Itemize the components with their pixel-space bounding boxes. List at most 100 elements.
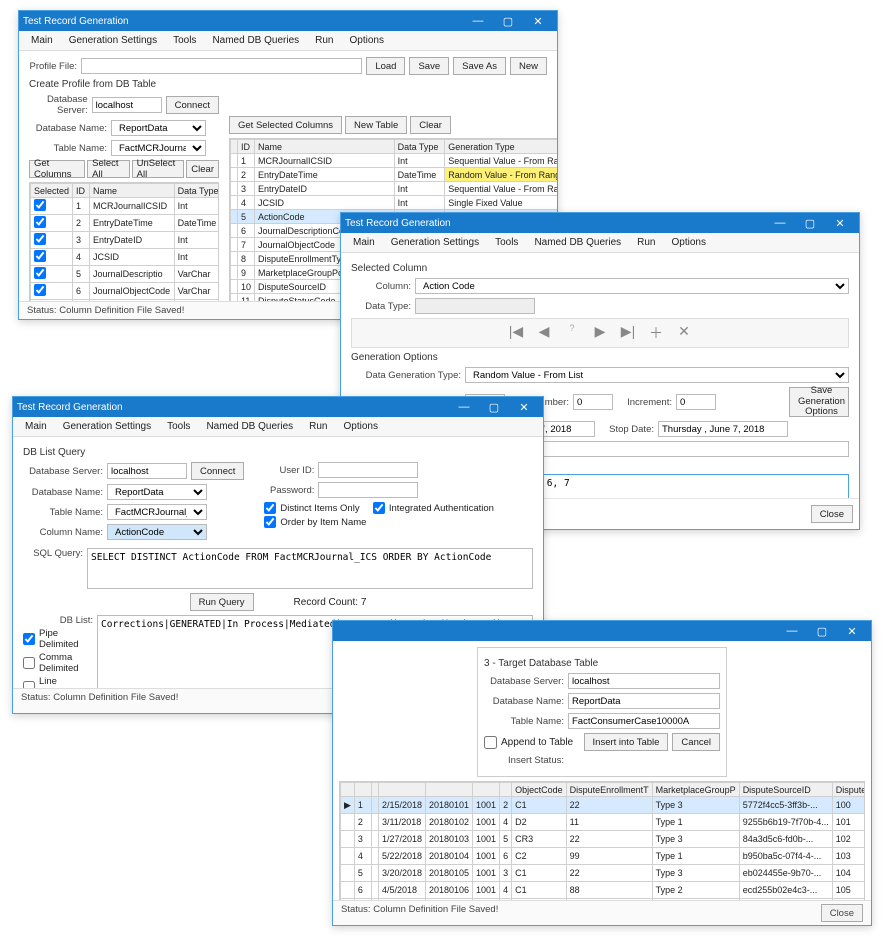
db-name-select[interactable]: ReportData — [111, 120, 206, 136]
menu-item-named-db-queries[interactable]: Named DB Queries — [528, 235, 627, 250]
menu-item-generation-settings[interactable]: Generation Settings — [385, 235, 485, 250]
maximize-icon[interactable]: ▢ — [493, 15, 523, 28]
pipe-checkbox[interactable] — [23, 633, 35, 645]
sql-query-textarea[interactable]: SELECT DISTINCT ActionCode FROM FactMCRJ… — [87, 548, 533, 589]
table-row[interactable]: 73/30/20182018010710014CR3233Type 17f1fe… — [341, 899, 866, 901]
minimize-icon[interactable]: — — [777, 625, 807, 637]
menu-item-run[interactable]: Run — [303, 419, 333, 434]
table-row[interactable]: 5JournalDescriptioVarChar — [31, 266, 220, 283]
table-name-select[interactable]: FactMCRJournal_ICS — [111, 140, 206, 156]
close-icon[interactable]: ✕ — [523, 15, 553, 28]
saveas-button[interactable]: Save As — [453, 57, 506, 75]
prev-icon[interactable]: ◀ — [534, 323, 554, 343]
row-select-checkbox[interactable] — [34, 284, 46, 296]
clear-button[interactable]: Clear — [186, 160, 219, 178]
new-button[interactable]: New — [510, 57, 547, 75]
table-row[interactable]: 31/27/20182018010310015CR322Type 384a3d5… — [341, 831, 866, 848]
password-input[interactable] — [318, 482, 418, 498]
unselect-all-button[interactable]: UnSelect All — [132, 160, 185, 178]
cancel-button[interactable]: Cancel — [672, 733, 720, 751]
line-checkbox[interactable] — [23, 681, 35, 688]
menu-item-run[interactable]: Run — [309, 33, 339, 48]
table-name-select[interactable]: FactMCRJournal_ICS — [107, 504, 207, 520]
profile-file-input[interactable] — [81, 58, 362, 74]
table-row[interactable]: 1MCRJournalICSIDIntSequential Value - Fr… — [231, 154, 558, 168]
table-row[interactable]: 4JCSIDInt — [31, 249, 220, 266]
stop-date-input[interactable] — [658, 421, 788, 437]
menu-item-options[interactable]: Options — [344, 33, 390, 48]
db-name-select[interactable]: ReportData — [107, 484, 207, 500]
column-select[interactable]: Action Code — [415, 278, 849, 294]
comma-checkbox[interactable] — [23, 657, 35, 669]
last-icon[interactable]: ▶| — [618, 323, 638, 343]
menu-item-generation-settings[interactable]: Generation Settings — [63, 33, 163, 48]
table-row[interactable]: 3EntryDateIDIntSequential Value - From R… — [231, 182, 558, 196]
orderby-checkbox[interactable] — [264, 516, 276, 528]
db-server-input[interactable] — [568, 673, 720, 689]
incr-input[interactable] — [676, 394, 716, 410]
intauth-checkbox[interactable] — [373, 502, 385, 514]
menu-item-tools[interactable]: Tools — [161, 419, 196, 434]
menu-item-named-db-queries[interactable]: Named DB Queries — [200, 419, 299, 434]
db-name-input[interactable] — [568, 693, 720, 709]
table-row[interactable]: 6JournalObjectCodeVarChar — [31, 283, 220, 300]
row-select-checkbox[interactable] — [34, 216, 46, 228]
close-icon[interactable]: ✕ — [825, 217, 855, 230]
next-icon[interactable]: ▶ — [590, 323, 610, 343]
add-icon[interactable]: ＋ — [646, 323, 666, 343]
menu-item-main[interactable]: Main — [19, 419, 53, 434]
minimize-icon[interactable]: — — [463, 15, 493, 27]
insert-button[interactable]: Insert into Table — [584, 733, 669, 751]
db-server-input[interactable] — [107, 463, 187, 479]
new-table-button[interactable]: New Table — [345, 116, 407, 134]
clear-right-button[interactable]: Clear — [410, 116, 451, 134]
table-name-input[interactable] — [568, 713, 720, 729]
connect-button[interactable]: Connect — [191, 462, 244, 480]
maximize-icon[interactable]: ▢ — [795, 217, 825, 230]
delete-icon[interactable]: ✕ — [674, 323, 694, 343]
append-checkbox[interactable] — [484, 736, 497, 749]
menu-item-options[interactable]: Options — [666, 235, 712, 250]
table-row[interactable]: 53/20/20182018010510013C122Type 3eb02445… — [341, 865, 866, 882]
close-icon[interactable]: ✕ — [837, 625, 867, 638]
row-select-checkbox[interactable] — [34, 250, 46, 262]
maximize-icon[interactable]: ▢ — [807, 625, 837, 638]
save-button[interactable]: Save — [409, 57, 449, 75]
load-button[interactable]: Load — [366, 57, 405, 75]
connect-button[interactable]: Connect — [166, 96, 219, 114]
close-button[interactable]: Close — [821, 904, 863, 922]
table-row[interactable]: 64/5/20182018010610014C188Type 2ecd255b0… — [341, 882, 866, 899]
close-button[interactable]: Close — [811, 505, 853, 523]
close-icon[interactable]: ✕ — [509, 401, 539, 414]
skip-num-input[interactable] — [573, 394, 613, 410]
menu-item-run[interactable]: Run — [631, 235, 661, 250]
menu-item-main[interactable]: Main — [25, 33, 59, 48]
distinct-checkbox[interactable] — [264, 502, 276, 514]
table-row[interactable]: 23/11/20182018010210014D211Type 19255b6b… — [341, 814, 866, 831]
left-columns-grid[interactable]: SelectedIDNameData Type1MCRJournalICSIDI… — [29, 182, 219, 301]
menu-item-generation-settings[interactable]: Generation Settings — [57, 419, 157, 434]
table-row[interactable]: 7DisputeEnrollmentVarChar — [31, 300, 220, 302]
menu-item-main[interactable]: Main — [347, 235, 381, 250]
row-select-checkbox[interactable] — [34, 199, 46, 211]
db-server-input[interactable] — [92, 97, 162, 113]
table-row[interactable]: 2EntryDateTimeDateTimeRandom Value - Fro… — [231, 168, 558, 182]
maximize-icon[interactable]: ▢ — [479, 401, 509, 414]
minimize-icon[interactable]: — — [765, 217, 795, 229]
table-row[interactable]: 4JCSIDIntSingle Fixed Value1001 — [231, 196, 558, 210]
menu-item-tools[interactable]: Tools — [489, 235, 524, 250]
userid-input[interactable] — [318, 462, 418, 478]
run-query-button[interactable]: Run Query — [190, 593, 254, 611]
row-select-checkbox[interactable] — [34, 267, 46, 279]
table-row[interactable]: 3EntryDateIDInt — [31, 232, 220, 249]
menu-item-options[interactable]: Options — [338, 419, 384, 434]
first-icon[interactable]: |◀ — [506, 323, 526, 343]
get-columns-button[interactable]: Get Columns — [29, 160, 85, 178]
table-row[interactable]: 45/22/20182018010410016C299Type 1b950ba5… — [341, 848, 866, 865]
table-row[interactable]: 2EntryDateTimeDateTime — [31, 215, 220, 232]
table-row[interactable]: 1MCRJournalICSIDInt — [31, 198, 220, 215]
gen-type-select[interactable]: Random Value - From List — [465, 367, 849, 383]
menu-item-tools[interactable]: Tools — [167, 33, 202, 48]
data-grid[interactable]: ObjectCodeDisputeEnrollmentTMarketplaceG… — [339, 781, 865, 900]
select-all-button[interactable]: Select All — [87, 160, 130, 178]
